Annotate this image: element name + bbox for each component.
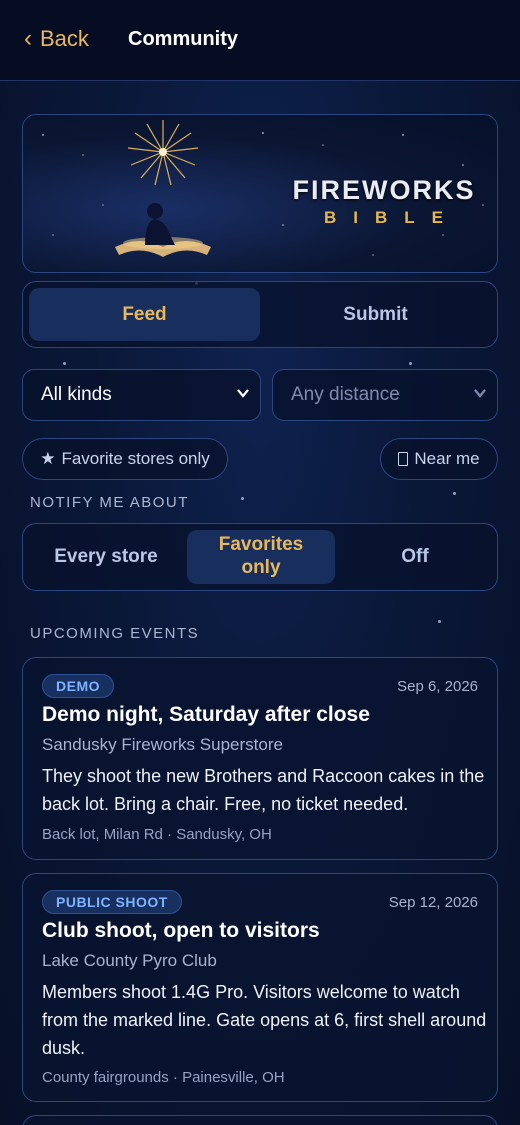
star-dot — [241, 497, 244, 500]
distance-select-value: Any distance — [291, 384, 400, 405]
back-label: Back — [40, 26, 89, 51]
event-title: Demo night, Saturday after close — [42, 703, 370, 726]
brand-logo: FIREWORKS BIBLE — [279, 175, 489, 228]
star-dot — [438, 620, 441, 623]
event-date: Sep 6, 2026 — [397, 678, 478, 695]
notify-label: NOTIFY ME ABOUT — [30, 494, 189, 511]
favorite-chip-label: Favorite stores only — [61, 449, 210, 468]
back-button[interactable]: ‹ Back — [24, 26, 89, 52]
events-label: UPCOMING EVENTS — [30, 625, 200, 642]
chevron-left-icon: ‹ — [24, 25, 32, 52]
notify-favorites-only[interactable]: Favorites only — [187, 530, 335, 584]
near-chip-label: Near me — [414, 449, 480, 468]
event-organizer: Sandusky Fireworks Superstore — [42, 735, 283, 754]
event-date: Sep 12, 2026 — [388, 894, 478, 911]
notify-off[interactable]: Off — [339, 530, 491, 584]
tab-submit[interactable]: Submit — [260, 288, 491, 341]
event-type-badge: DEMO — [42, 674, 114, 698]
event-description: Members shoot 1.4G Pro. Visitors welcome… — [42, 982, 487, 1058]
event-organizer: Lake County Pyro Club — [42, 951, 217, 970]
near-me-chip[interactable]: Near me — [380, 438, 498, 480]
distance-select[interactable]: Any distance — [272, 369, 498, 421]
chevron-down-icon — [474, 389, 486, 398]
feed-submit-tabs: Feed Submit — [22, 281, 498, 348]
location-icon — [398, 452, 409, 466]
event-card[interactable]: PUBLIC SHOOT Sep 12, 2026 Club shoot, op… — [22, 873, 498, 1102]
event-title: Club shoot, open to visitors — [42, 919, 320, 942]
star-dot — [453, 492, 456, 495]
kind-select[interactable]: All kinds — [22, 369, 261, 421]
tab-feed[interactable]: Feed — [29, 288, 260, 341]
notify-every-store[interactable]: Every store — [29, 530, 183, 584]
star-dot — [63, 362, 66, 365]
brand-line2: BIBLE — [324, 208, 460, 227]
star-dot — [409, 362, 412, 365]
event-card[interactable]: DEMO Sep 6, 2026 Demo night, Saturday af… — [22, 657, 498, 860]
event-location: Back lot, Milan Rd · Sandusky, OH — [42, 826, 272, 843]
brand-line1: FIREWORKS — [292, 175, 476, 205]
page-title: Community — [128, 28, 238, 50]
event-description: They shoot the new Brothers and Raccoon … — [42, 766, 485, 814]
hero-banner: FIREWORKS BIBLE — [22, 114, 498, 273]
event-card[interactable] — [22, 1115, 498, 1125]
event-type-badge: PUBLIC SHOOT — [42, 890, 182, 914]
top-bar: ‹ Back Community — [0, 0, 520, 81]
chevron-down-icon — [237, 389, 249, 398]
notify-toggle: Every store Favorites only Off — [22, 523, 498, 591]
favorite-stores-chip[interactable]: ★ Favorite stores only — [22, 438, 228, 480]
star-icon: ★ — [40, 449, 56, 468]
kind-select-value: All kinds — [41, 384, 112, 405]
event-location: County fairgrounds · Painesville, OH — [42, 1069, 285, 1086]
